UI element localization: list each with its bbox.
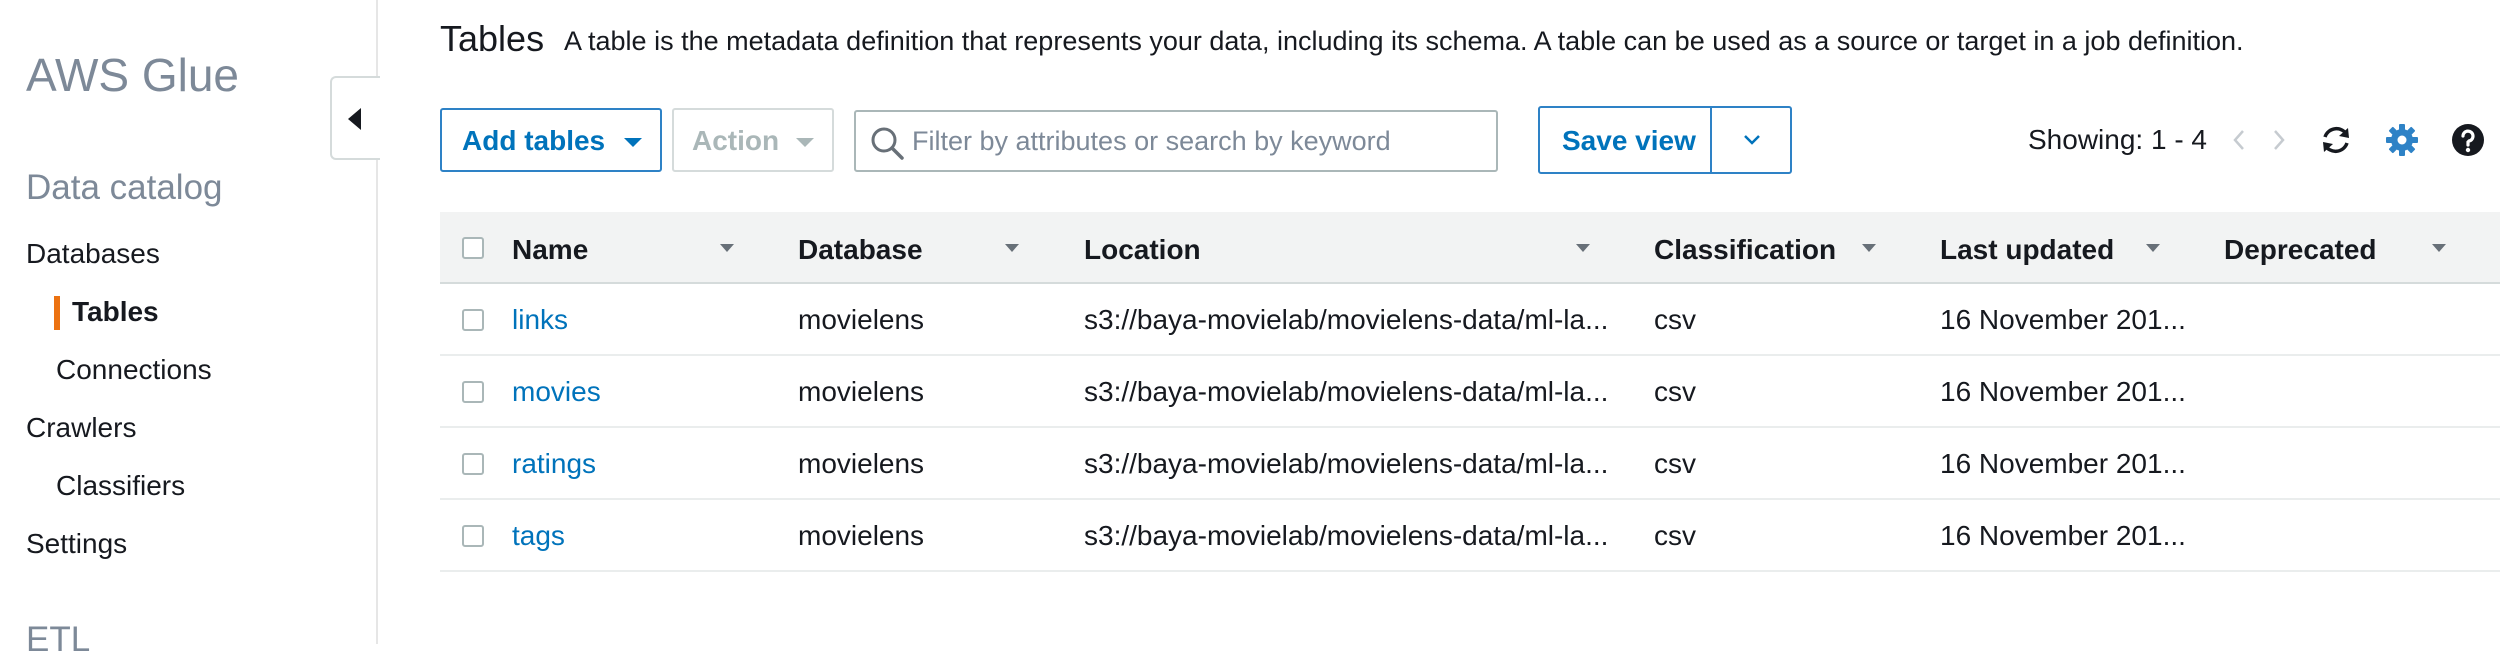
sidebar-item-settings[interactable]: Settings (26, 528, 127, 560)
sidebar: AWS Glue Data catalog Databases Tables C… (0, 0, 378, 659)
column-header-last-updated[interactable]: Last updated (1940, 234, 2114, 266)
sort-caret-icon[interactable] (1576, 244, 1590, 252)
database-cell: movielens (798, 520, 925, 551)
sort-caret-icon[interactable] (2432, 244, 2446, 252)
search-icon (871, 127, 904, 160)
sidebar-item-classifiers[interactable]: Classifiers (56, 470, 185, 502)
table-row[interactable]: ratings movielens s3://baya-movielab/mov… (440, 428, 2500, 500)
column-header-name[interactable]: Name (512, 234, 588, 266)
chevron-left-icon[interactable] (2226, 124, 2252, 156)
sidebar-item-crawlers[interactable]: Crawlers (26, 412, 136, 444)
chevron-right-icon[interactable] (2266, 124, 2292, 156)
sort-caret-icon[interactable] (720, 244, 734, 252)
active-item-marker (54, 296, 60, 330)
select-all-checkbox[interactable] (462, 237, 484, 259)
row-checkbox[interactable] (462, 453, 484, 475)
page-description: A table is the metadata definition that … (564, 26, 2244, 56)
page-title: Tables (440, 18, 545, 59)
database-cell: movielens (798, 448, 925, 479)
search-input[interactable] (912, 122, 1482, 160)
sort-caret-icon[interactable] (2146, 244, 2160, 252)
classification-cell: csv (1654, 376, 1696, 407)
column-header-classification[interactable]: Classification (1654, 234, 1836, 266)
column-header-location[interactable]: Location (1084, 234, 1201, 266)
last-updated-cell: 16 November 201... (1940, 304, 2186, 335)
row-checkbox[interactable] (462, 309, 484, 331)
gear-icon[interactable] (2384, 122, 2420, 158)
sidebar-item-connections[interactable]: Connections (56, 354, 212, 386)
save-view-button[interactable]: Save view (1538, 106, 1792, 174)
last-updated-cell: 16 November 201... (1940, 520, 2186, 551)
row-checkbox[interactable] (462, 381, 484, 403)
sidebar-item-databases[interactable]: Databases (26, 238, 160, 270)
help-icon[interactable] (2450, 122, 2486, 158)
sort-caret-icon[interactable] (1862, 244, 1876, 252)
caret-down-icon (624, 138, 642, 147)
action-label: Action (692, 125, 780, 156)
database-cell: movielens (798, 376, 925, 407)
table-name-link[interactable]: links (512, 304, 568, 336)
caret-left-icon (348, 108, 361, 130)
classification-cell: csv (1654, 448, 1696, 479)
save-view-label: Save view (1562, 125, 1696, 156)
table-name-link[interactable]: movies (512, 376, 601, 408)
sidebar-item-tables[interactable]: Tables (72, 296, 159, 328)
last-updated-cell: 16 November 201... (1940, 448, 2186, 479)
chevron-down-icon[interactable] (1740, 130, 1764, 150)
caret-down-icon (796, 138, 814, 147)
row-checkbox[interactable] (462, 525, 484, 547)
table-row[interactable]: movies movielens s3://baya-movielab/movi… (440, 356, 2500, 428)
database-cell: movielens (798, 304, 925, 335)
sort-caret-icon[interactable] (1005, 244, 1019, 252)
location-cell: s3://baya-movielab/movielens-data/ml-la.… (1084, 520, 1609, 551)
section-title-etl: ETL (26, 620, 91, 659)
table-row[interactable]: tags movielens s3://baya-movielab/moviel… (440, 500, 2500, 572)
location-cell: s3://baya-movielab/movielens-data/ml-la.… (1084, 448, 1609, 479)
refresh-icon[interactable] (2318, 122, 2354, 158)
button-divider (1710, 108, 1712, 172)
collapse-sidebar-button[interactable] (330, 76, 380, 160)
classification-cell: csv (1654, 304, 1696, 335)
column-header-database[interactable]: Database (798, 234, 923, 266)
add-tables-button[interactable]: Add tables (440, 108, 662, 172)
column-header-deprecated[interactable]: Deprecated (2224, 234, 2377, 266)
action-button[interactable]: Action (672, 108, 834, 172)
section-title-data-catalog: Data catalog (26, 168, 223, 207)
table-name-link[interactable]: ratings (512, 448, 596, 480)
table-name-link[interactable]: tags (512, 520, 565, 552)
search-box (854, 110, 1498, 172)
last-updated-cell: 16 November 201... (1940, 376, 2186, 407)
classification-cell: csv (1654, 520, 1696, 551)
service-title[interactable]: AWS Glue (26, 48, 239, 102)
location-cell: s3://baya-movielab/movielens-data/ml-la.… (1084, 376, 1609, 407)
location-cell: s3://baya-movielab/movielens-data/ml-la.… (1084, 304, 1609, 335)
table-row[interactable]: links movielens s3://baya-movielab/movie… (440, 284, 2500, 356)
pagination-info: Showing: 1 - 4 (2028, 124, 2207, 155)
add-tables-label: Add tables (462, 125, 606, 156)
table-header: Name Database Location Classification La… (440, 212, 2500, 284)
